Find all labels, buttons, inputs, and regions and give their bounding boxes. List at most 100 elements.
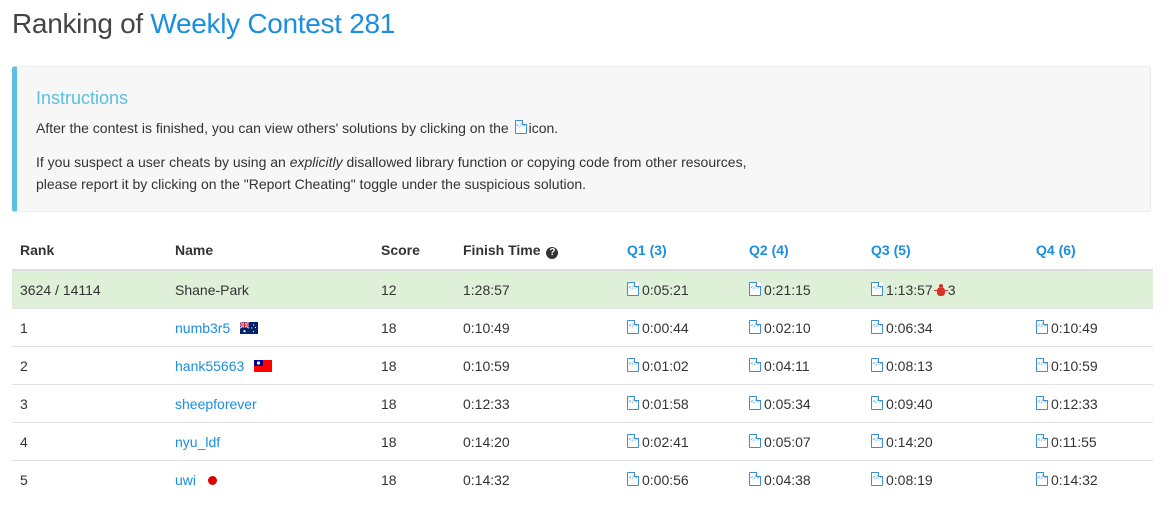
solution-code-icon[interactable] [627,281,639,296]
row-q2[interactable]: 0:05:07 [741,422,863,461]
solution-code-icon[interactable] [749,433,761,448]
instructions-line-2: If you suspect a user cheats by using an… [36,151,746,195]
ranking-table: Rank Name Score Finish Time ? Q1 (3) Q2 … [12,231,1153,498]
solution-code-icon[interactable] [1036,319,1048,334]
row-q4-time: 0:11:55 [1051,433,1097,450]
row-score: 18 [373,422,455,461]
row-q3-time: 0:08:19 [886,471,933,488]
row-q3[interactable]: 0:09:40 [863,384,1028,423]
instructions-line-3: please report it by clicking on the "Rep… [36,176,587,192]
row-name: sheepforever [167,384,373,423]
row-rank: 2 [12,346,167,385]
header-rank: Rank [12,231,167,271]
current-user-q3-time: 1:13:57 [886,281,933,298]
question-circle-icon[interactable]: ? [546,246,559,259]
current-user-row: 3624 / 14114 Shane-Park 12 1:28:57 0:05:… [12,269,1153,309]
table-row: 1 numb3r5 18 0:10:49 0:00:44 0:02:10 0:0… [12,308,1153,347]
solution-code-icon[interactable] [627,395,639,410]
header-q3[interactable]: Q3 (5) [863,231,1028,271]
solution-code-icon[interactable] [1036,471,1048,486]
solution-code-icon[interactable] [871,281,883,296]
header-q4[interactable]: Q4 (6) [1028,231,1153,271]
solution-code-icon[interactable] [871,395,883,410]
current-user-q1-time: 0:05:21 [642,281,689,298]
header-name: Name [167,231,373,271]
user-link[interactable]: nyu_ldf [175,434,220,450]
row-q4[interactable]: 0:12:33 [1028,384,1153,423]
solution-code-icon[interactable] [627,319,639,334]
row-q3[interactable]: 0:08:13 [863,346,1028,385]
instructions-line-2-start: If you suspect a user cheats by using an [36,154,286,170]
row-finish-time: 0:10:59 [455,346,619,385]
solution-code-icon[interactable] [749,395,761,410]
row-q1[interactable]: 0:02:41 [619,422,741,461]
solution-code-icon[interactable] [1036,433,1048,448]
solution-code-icon[interactable] [871,433,883,448]
page-title-prefix: Ranking of [12,8,143,39]
solution-code-icon[interactable] [749,281,761,296]
instructions-line-1-tail: icon. [528,120,559,136]
row-name: uwi [167,460,373,498]
current-user-q3[interactable]: 1:13:57 3 [863,269,1028,309]
solution-code-icon [514,120,527,134]
row-q2[interactable]: 0:04:38 [741,460,863,498]
table-header-row: Rank Name Score Finish Time ? Q1 (3) Q2 … [12,231,1153,271]
row-q4-time: 0:10:59 [1051,357,1098,374]
current-user-q2[interactable]: 0:21:15 [741,269,863,309]
taiwan-flag-icon [254,359,273,372]
row-rank: 1 [12,308,167,347]
row-finish-time: 0:10:49 [455,308,619,347]
row-finish-time: 0:14:32 [455,460,619,498]
row-finish-time: 0:12:33 [455,384,619,423]
solution-code-icon[interactable] [749,357,761,372]
row-q4-time: 0:14:32 [1051,471,1098,488]
user-link[interactable]: sheepforever [175,396,257,412]
row-q3-time: 0:08:13 [886,357,933,374]
row-q3[interactable]: 0:14:20 [863,422,1028,461]
row-q2[interactable]: 0:02:10 [741,308,863,347]
user-link[interactable]: hank55663 [175,358,244,374]
row-q1-time: 0:02:41 [642,433,689,450]
row-name: nyu_ldf [167,422,373,461]
solution-code-icon[interactable] [1036,395,1048,410]
solution-code-icon[interactable] [749,471,761,486]
header-q2[interactable]: Q2 (4) [741,231,863,271]
row-rank: 3 [12,384,167,423]
row-q3[interactable]: 0:06:34 [863,308,1028,347]
row-q2[interactable]: 0:05:34 [741,384,863,423]
row-q2-time: 0:04:11 [764,357,810,374]
solution-code-icon[interactable] [871,357,883,372]
instructions-line-2-end: disallowed library function or copying c… [346,154,747,170]
row-score: 18 [373,346,455,385]
row-q4-time: 0:10:49 [1051,319,1098,336]
row-name: hank55663 [167,346,373,385]
row-q4[interactable]: 0:11:55 [1028,422,1153,461]
solution-code-icon[interactable] [871,319,883,334]
solution-code-icon[interactable] [749,319,761,334]
header-score: Score [373,231,455,271]
solution-code-icon[interactable] [627,471,639,486]
solution-code-icon[interactable] [871,471,883,486]
contest-link[interactable]: Weekly Contest 281 [150,8,395,39]
row-q1[interactable]: 0:00:44 [619,308,741,347]
row-q2[interactable]: 0:04:11 [741,346,863,385]
current-user-q1[interactable]: 0:05:21 [619,269,741,309]
row-q4[interactable]: 0:10:59 [1028,346,1153,385]
current-user-rank: 3624 / 14114 [12,269,167,309]
row-q1[interactable]: 0:01:02 [619,346,741,385]
row-rank: 5 [12,460,167,498]
user-link[interactable]: uwi [175,472,196,488]
instructions-emphasis: explicitly [289,154,343,170]
solution-code-icon[interactable] [1036,357,1048,372]
user-link[interactable]: numb3r5 [175,320,230,336]
row-q4[interactable]: 0:14:32 [1028,460,1153,498]
table-row: 4 nyu_ldf 18 0:14:20 0:02:41 0:05:07 0:1… [12,422,1153,461]
row-q4[interactable]: 0:10:49 [1028,308,1153,347]
row-q1[interactable]: 0:01:58 [619,384,741,423]
row-q1[interactable]: 0:00:56 [619,460,741,498]
header-q1[interactable]: Q1 (3) [619,231,741,271]
solution-code-icon[interactable] [627,357,639,372]
row-q3[interactable]: 0:08:19 [863,460,1028,498]
solution-code-icon[interactable] [627,433,639,448]
row-q1-time: 0:00:44 [642,319,689,336]
